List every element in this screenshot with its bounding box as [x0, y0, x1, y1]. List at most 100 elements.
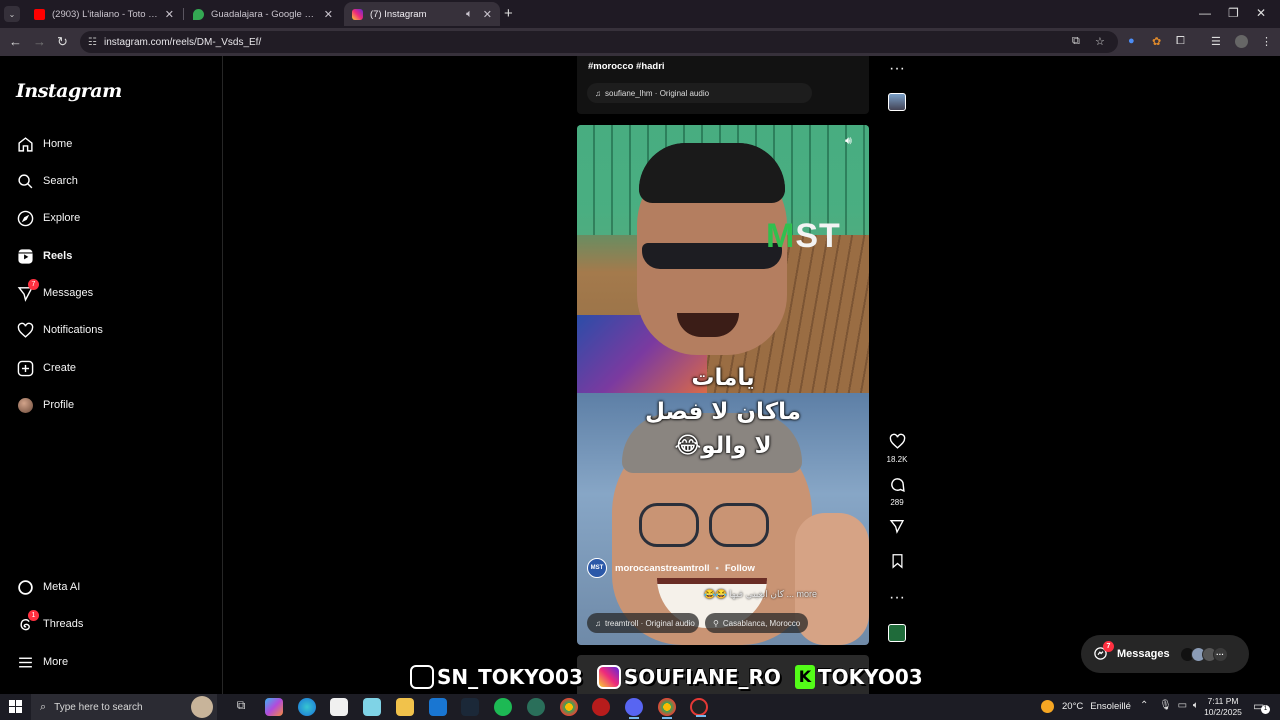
caption-line: لا والو😂 — [674, 433, 772, 459]
microphone-icon[interactable]: 🎙︎ — [1159, 700, 1172, 711]
windows-start-icon[interactable] — [9, 700, 22, 713]
eyeglasses-right — [709, 503, 769, 547]
chrome-icon[interactable] — [658, 698, 676, 719]
taskbar-search-box[interactable]: ⌕ Type here to search — [31, 694, 217, 720]
video-frame-top: MST 🔊︎ — [577, 125, 869, 393]
nav-create[interactable]: Create — [16, 356, 76, 380]
save-button[interactable] — [880, 553, 914, 574]
close-icon[interactable]: ✕ — [165, 8, 174, 21]
kick-handle: TOKYO03 — [817, 665, 923, 689]
chrome-icon[interactable] — [560, 698, 578, 716]
restore-icon[interactable]: ❐ — [1228, 6, 1239, 20]
more-options-button[interactable]: ··· — [880, 589, 914, 607]
tiktok-handle: SN_TOKYO03 — [437, 665, 583, 689]
messages-floating-button[interactable]: 7 Messages ··· — [1081, 635, 1249, 673]
address-bar[interactable]: ☷ instagram.com/reels/DM-_Vsds_Ef/ — [80, 31, 1118, 53]
tab-title: Guadalajara - Google Maps — [211, 8, 318, 20]
minimize-icon[interactable]: — — [1199, 6, 1211, 20]
reel-hashtags[interactable]: #morocco #hadri — [588, 61, 665, 72]
nav-label: Create — [43, 362, 77, 374]
discord-icon[interactable] — [625, 698, 643, 719]
install-app-icon[interactable]: ⧉ — [1072, 35, 1080, 48]
browser-menu-icon[interactable]: ⋮ — [1261, 35, 1272, 48]
steam-icon[interactable] — [461, 698, 479, 716]
back-arrow-icon[interactable]: ← — [9, 34, 22, 49]
tab-instagram[interactable]: (7) Instagram 🔈︎ ✕ — [344, 2, 500, 26]
location-pill[interactable]: ⚲ Casablanca, Morocco — [705, 613, 809, 633]
spotify-icon[interactable] — [494, 698, 512, 716]
forward-arrow-icon[interactable]: → — [33, 34, 46, 49]
extension-icon[interactable]: ✿ — [1152, 35, 1161, 48]
reel-video[interactable]: MST 🔊︎ يامات ماكان لا فصل لا والو😂 MST m… — [577, 125, 869, 645]
profile-avatar[interactable] — [1235, 35, 1248, 48]
chevron-up-icon[interactable]: ⌃ — [1140, 700, 1148, 711]
bookmark-icon — [880, 553, 914, 574]
nav-reels[interactable]: Reels — [16, 244, 72, 268]
reading-list-icon[interactable]: ☰ — [1211, 35, 1221, 48]
audio-pill[interactable]: ♫ treamtroll · Original audio — [587, 613, 699, 633]
volume-icon[interactable]: 🔈︎ — [1193, 700, 1199, 711]
app-icon[interactable] — [690, 698, 708, 717]
nav-meta-ai[interactable]: Meta AI — [16, 575, 80, 599]
comment-button[interactable]: 289 — [880, 476, 914, 507]
nav-home[interactable]: Home — [16, 132, 72, 156]
network-icon[interactable]: ▭ — [1178, 700, 1187, 711]
location-pin-icon: ⚲ — [713, 618, 719, 628]
speaker-icon[interactable]: 🔈︎ — [466, 8, 473, 21]
nav-notifications[interactable]: Notifications — [16, 318, 103, 342]
close-icon[interactable]: ✕ — [324, 8, 333, 21]
nav-more[interactable]: More — [16, 650, 68, 674]
bookmark-star-icon[interactable]: ☆ — [1095, 35, 1105, 48]
nav-search[interactable]: Search — [16, 169, 78, 193]
extensions-puzzle-icon[interactable]: ⧠ — [1176, 35, 1185, 48]
close-icon[interactable]: ✕ — [483, 8, 492, 21]
audio-thumbnail[interactable] — [888, 93, 906, 111]
outlook-icon[interactable] — [429, 698, 447, 716]
nav-label: Meta AI — [43, 581, 81, 593]
follow-button[interactable]: Follow — [725, 563, 755, 574]
file-explorer-icon[interactable] — [396, 698, 414, 716]
tab-search-button[interactable]: ⌄ — [4, 6, 20, 22]
heart-icon — [880, 433, 914, 455]
reload-icon[interactable]: ↻ — [57, 34, 68, 50]
instagram-logo[interactable]: Instagram — [16, 80, 122, 102]
audio-pill[interactable]: ♫ soufiane_lhm · Original audio — [587, 83, 812, 103]
app-icon[interactable] — [363, 698, 381, 716]
maps-favicon-icon — [193, 8, 204, 20]
audio-thumbnail[interactable] — [888, 624, 906, 642]
notification-center-icon[interactable]: ▭ 1 — [1253, 699, 1270, 714]
author-username[interactable]: moroccanstreamtroll — [615, 563, 710, 574]
author-avatar[interactable]: MST — [587, 558, 607, 578]
nav-explore[interactable]: Explore — [16, 206, 80, 230]
instagram-handle: SOUFIANE_RO — [623, 665, 781, 689]
hamburger-icon — [16, 653, 34, 671]
nav-threads[interactable]: 1 Threads — [16, 610, 83, 636]
nav-label: More — [43, 656, 69, 668]
app-icon[interactable] — [592, 698, 610, 716]
nav-messages[interactable]: 7 Messages — [16, 279, 93, 305]
tab-google-maps[interactable]: Guadalajara - Google Maps ✕ — [185, 2, 341, 26]
extension-shield-icon[interactable]: ● — [1128, 35, 1135, 47]
clock-date: 10/2/2025 — [1204, 707, 1242, 717]
app-icon[interactable] — [527, 698, 545, 716]
system-tray: ⌃ 🎙︎ ▭ 🔈︎ — [1140, 700, 1199, 711]
reel-description[interactable]: 😂😂 كان ابغيني فيها ... more — [577, 589, 817, 600]
meta-ai-icon — [16, 578, 34, 596]
nav-profile[interactable]: Profile — [16, 393, 74, 417]
task-view-icon[interactable]: ⧉ — [232, 698, 250, 716]
copilot-icon[interactable] — [265, 698, 283, 716]
more-options-top[interactable]: ··· — [880, 60, 914, 78]
new-tab-button[interactable]: + — [504, 5, 513, 22]
site-info-icon[interactable]: ☷ — [88, 37, 97, 48]
edge-icon[interactable] — [298, 698, 316, 716]
store-icon[interactable] — [330, 698, 348, 716]
music-note-icon: ♫ — [595, 88, 601, 98]
share-button[interactable] — [880, 518, 914, 539]
previous-reel[interactable]: #morocco #hadri ♫ soufiane_lhm · Origina… — [577, 56, 869, 114]
like-button[interactable]: 18.2K — [880, 433, 914, 464]
window-close-icon[interactable]: ✕ — [1256, 6, 1266, 20]
clock[interactable]: 7:11 PM 10/2/2025 — [1200, 696, 1246, 718]
tab-youtube[interactable]: (2903) L'italiano - Toto Cutugno ✕ — [26, 2, 182, 26]
volume-icon[interactable]: 🔊︎ — [845, 135, 852, 148]
weather-widget[interactable]: 20°C Ensoleillé — [1041, 700, 1131, 713]
